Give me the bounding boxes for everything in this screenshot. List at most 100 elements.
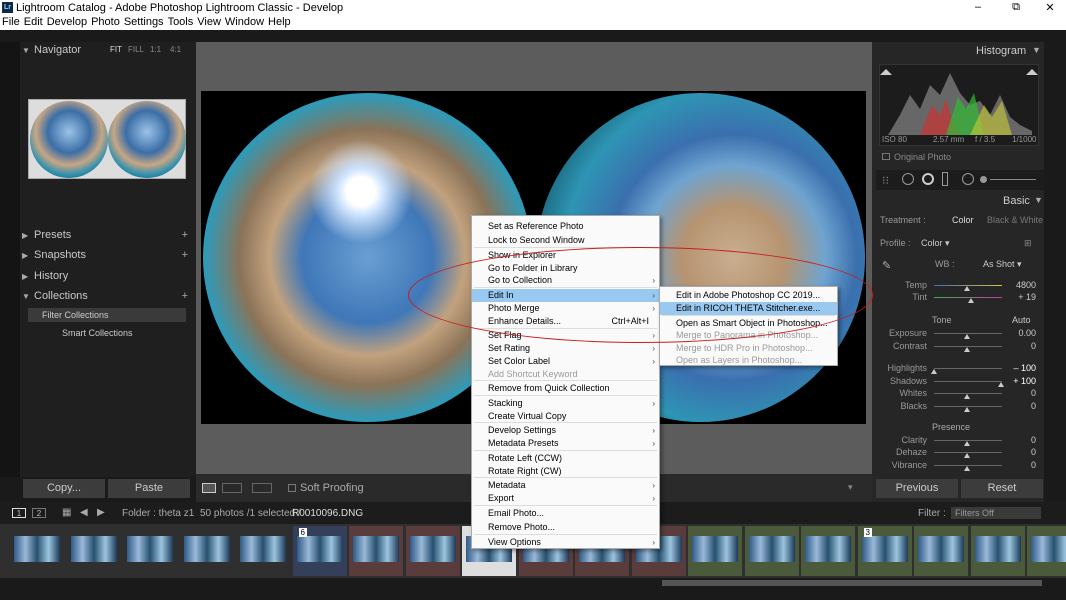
contrast-value[interactable]: 0	[1004, 341, 1036, 351]
context-menu-item-stacking[interactable]: Stacking ›	[472, 397, 659, 410]
window-2-button[interactable]: 2	[32, 508, 46, 518]
soft-proofing-checkbox[interactable]	[288, 484, 296, 492]
previous-button[interactable]: Previous	[876, 479, 958, 498]
window-1-button[interactable]: 1	[12, 508, 26, 518]
menu-settings[interactable]: Settings	[122, 16, 166, 30]
forward-arrow-icon[interactable]: ▶	[97, 507, 105, 518]
dehaze-knob[interactable]	[964, 453, 970, 458]
context-menu-item-set-rating[interactable]: Set Rating ›	[472, 342, 659, 355]
context-menu-item-set-as-reference-photo[interactable]: Set as Reference Photo	[472, 220, 659, 233]
context-menu-item-remove-photo[interactable]: Remove Photo...	[472, 521, 659, 534]
menu-develop[interactable]: Develop	[45, 16, 89, 30]
filmstrip-thumbnail[interactable]	[123, 526, 177, 576]
whites-knob[interactable]	[964, 394, 970, 399]
filter-select[interactable]: Filters Off	[951, 507, 1041, 519]
filmstrip-thumbnail[interactable]	[688, 526, 742, 576]
crop-grid-icon[interactable]: ⁝⁝	[882, 174, 889, 187]
paste-button[interactable]: Paste	[108, 479, 190, 498]
close-button[interactable]: ✕	[1040, 1, 1060, 14]
filmstrip-thumbnail[interactable]: 3	[857, 526, 912, 576]
dehaze-value[interactable]: 0	[1004, 447, 1036, 457]
collections-header[interactable]: ▼ Collections +	[22, 287, 192, 305]
histogram-header[interactable]: Histogram	[976, 45, 1026, 57]
red-eye-icon[interactable]	[922, 173, 934, 185]
histogram[interactable]	[879, 64, 1039, 146]
filmstrip-thumbnail[interactable]	[236, 526, 290, 576]
menu-view[interactable]: View	[195, 16, 223, 30]
basic-header[interactable]: Basic	[1003, 195, 1030, 207]
menu-photo[interactable]: Photo	[89, 16, 122, 30]
restore-button[interactable]: ⧉	[1006, 1, 1026, 14]
brush-icon[interactable]	[980, 176, 987, 183]
shadows-slider[interactable]	[934, 381, 1002, 382]
clarity-knob[interactable]	[964, 441, 970, 446]
add-snapshot-icon[interactable]: +	[182, 246, 188, 264]
navigator-header[interactable]: ▼ Navigator FIT FILL 1:1 4:1	[22, 41, 192, 59]
profile-select[interactable]: Color ▾	[921, 238, 950, 249]
context-menu-item-rotate-left-ccw[interactable]: Rotate Left (CCW)	[472, 452, 659, 465]
context-menu-item-metadata-presets[interactable]: Metadata Presets ›	[472, 437, 659, 450]
context-menu-item-develop-settings[interactable]: Develop Settings ›	[472, 424, 659, 437]
presets-header[interactable]: ▶ Presets +	[22, 226, 192, 244]
filmstrip-thumbnail[interactable]: 6	[292, 526, 347, 576]
grid-view-icon[interactable]: ▦	[62, 507, 71, 518]
tint-value[interactable]: + 19	[1004, 292, 1036, 302]
snapshots-header[interactable]: ▶ Snapshots +	[22, 246, 192, 264]
auto-button[interactable]: Auto	[1012, 315, 1031, 325]
context-menu-item-lock-to-second-window[interactable]: Lock to Second Window	[472, 234, 659, 247]
filmstrip-thumbnail[interactable]	[349, 526, 403, 576]
menu-edit[interactable]: Edit	[22, 16, 45, 30]
exposure-knob[interactable]	[964, 334, 970, 339]
highlights-slider[interactable]	[934, 368, 1002, 369]
zoom-1-1[interactable]: 1:1	[150, 41, 161, 59]
filmstrip-thumbnail[interactable]	[1027, 526, 1066, 576]
toolbar-menu-icon[interactable]: ▾	[848, 482, 853, 493]
vibrance-knob[interactable]	[964, 466, 970, 471]
context-menu-item-set-color-label[interactable]: Set Color Label ›	[472, 355, 659, 368]
tint-knob[interactable]	[968, 298, 974, 303]
filmstrip-scrollbar[interactable]	[662, 580, 1042, 586]
minimize-button[interactable]: –	[968, 1, 988, 13]
swap-before-after-icon[interactable]	[252, 483, 272, 493]
stack-count-badge[interactable]: 6	[298, 528, 307, 537]
zoom-fit[interactable]: FIT	[110, 41, 122, 59]
stack-count-badge[interactable]: 3	[863, 528, 872, 537]
before-after-view-icon[interactable]	[222, 483, 242, 493]
treatment-color[interactable]: Color	[952, 215, 974, 225]
filmstrip-thumbnail[interactable]	[10, 526, 64, 576]
context-menu-item-view-options[interactable]: View Options ›	[472, 536, 659, 549]
temp-value[interactable]: 4800	[1004, 280, 1036, 290]
profile-browser-icon[interactable]: ⊞	[1024, 238, 1032, 249]
highlights-value[interactable]: – 100	[1004, 363, 1036, 373]
navigator-preview[interactable]	[28, 99, 186, 179]
zoom-fill[interactable]: FILL	[128, 41, 144, 59]
radial-filter-icon[interactable]	[962, 173, 974, 185]
filmstrip-thumbnail[interactable]	[179, 526, 234, 576]
temp-knob[interactable]	[964, 286, 970, 291]
folder-source[interactable]: Folder : theta z1	[122, 508, 194, 519]
filmstrip-thumbnail[interactable]	[744, 526, 799, 576]
filmstrip-thumbnail[interactable]	[801, 526, 855, 576]
copy-button[interactable]: Copy...	[23, 479, 105, 498]
blacks-value[interactable]: 0	[1004, 401, 1036, 411]
original-photo-checkbox[interactable]	[882, 153, 890, 160]
menu-help[interactable]: Help	[266, 16, 293, 30]
context-menu-item-metadata[interactable]: Metadata ›	[472, 479, 659, 492]
contrast-knob[interactable]	[964, 347, 970, 352]
filmstrip-thumbnail[interactable]	[66, 526, 121, 576]
add-collection-icon[interactable]: +	[182, 287, 188, 305]
back-arrow-icon[interactable]: ◀	[80, 507, 88, 518]
filmstrip-thumbnail[interactable]	[914, 526, 968, 576]
reset-button[interactable]: Reset	[961, 479, 1043, 498]
loupe-view-icon[interactable]	[202, 483, 216, 493]
menu-window[interactable]: Window	[223, 16, 266, 30]
vibrance-value[interactable]: 0	[1004, 460, 1036, 470]
eyedropper-icon[interactable]: ✎	[882, 259, 891, 272]
context-menu-item-remove-from-quick-collection[interactable]: Remove from Quick Collection	[472, 382, 659, 395]
menu-tools[interactable]: Tools	[166, 16, 196, 30]
spot-removal-icon[interactable]	[902, 173, 914, 185]
menu-file[interactable]: File	[0, 16, 22, 30]
tool-slider[interactable]	[990, 179, 1036, 180]
history-header[interactable]: ▶ History	[22, 267, 192, 285]
shadows-value[interactable]: + 100	[1004, 376, 1036, 386]
